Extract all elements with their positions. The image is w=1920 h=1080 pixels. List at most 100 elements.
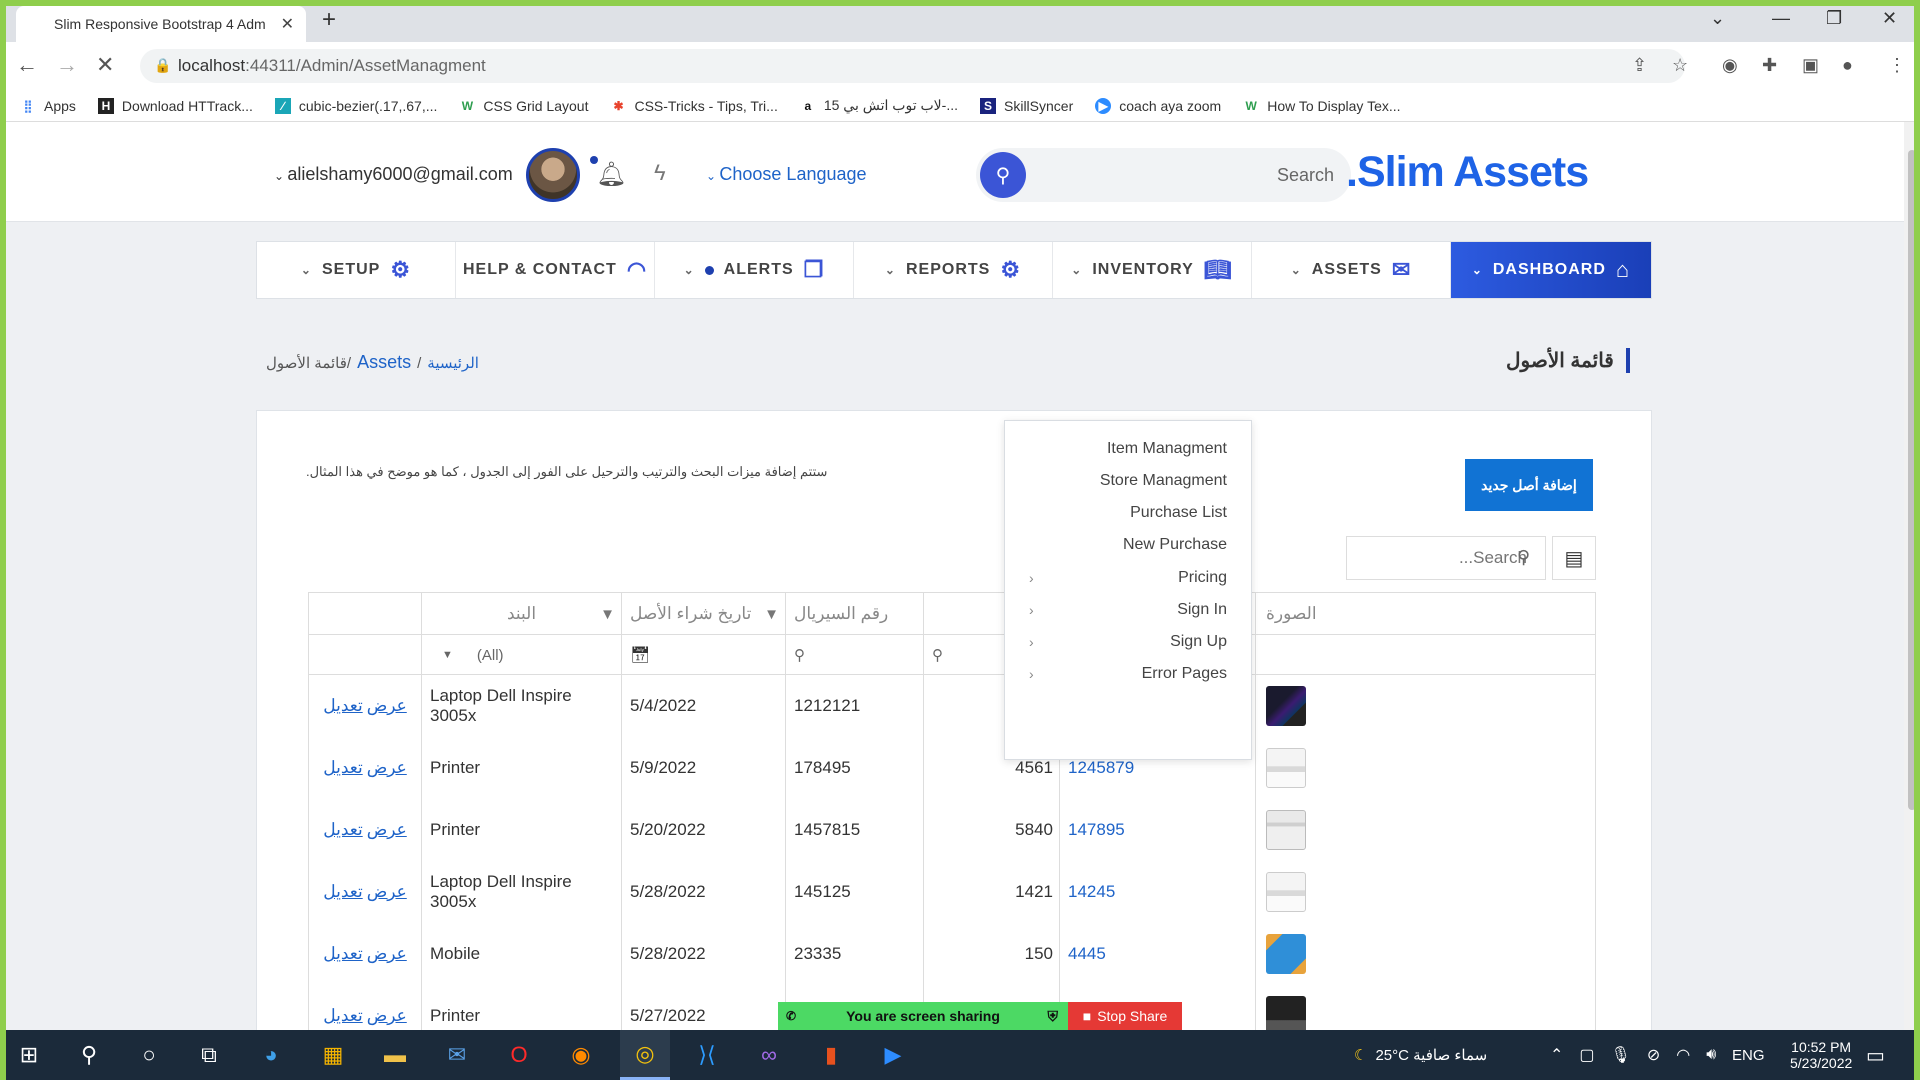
view-link[interactable]: عرض [367,882,407,902]
menu-purchase-list[interactable]: Purchase List [1005,497,1253,529]
chevron-up-icon[interactable]: ⌃ [1550,1045,1563,1065]
avatar[interactable] [526,148,580,202]
bolt-icon[interactable]: ϟ [654,160,666,186]
bookmark-cubic-bezier[interactable]: ∕ cubic-bezier(.17,.67,... [274,97,437,114]
bookmark-apps[interactable]: ⣿ Apps [20,98,76,114]
bell-icon[interactable]: 🔔︎ [596,160,626,189]
nav-assets[interactable]: ⌄ ASSETS ✉ [1252,242,1451,298]
page-scrollbar[interactable] [1904,122,1920,1030]
cell-code[interactable]: 14245 [1059,861,1255,923]
search-icon[interactable]: ⚲ [1517,547,1530,568]
menu-item-management[interactable]: Item Managment [1005,433,1253,465]
weather-widget[interactable]: ☾ 25°C سماء صافية [1354,1030,1487,1080]
view-link[interactable]: عرض [367,944,407,964]
restore-icon[interactable]: ❐ [1826,8,1842,29]
view-link[interactable]: عرض [367,1006,407,1026]
extensions-puzzle-icon[interactable]: ✚ [1762,55,1777,76]
table-row[interactable]: تعديل عرض Printer 5/9/2022 178495 4561 1245879 [309,737,1595,799]
filter-icon[interactable]: ▼ [764,606,779,623]
nav-inventory[interactable]: ⌄ INVENTORY 📖︎ [1053,242,1252,298]
edit-link[interactable]: تعديل [323,758,362,778]
filter-serial[interactable]: ⚲ [785,635,923,675]
asset-thumbnail[interactable] [1266,810,1306,850]
visual-studio-icon[interactable]: ∞ [744,1030,794,1080]
forward-icon[interactable]: → [56,52,78,78]
cell-code[interactable]: 4445 [1059,923,1255,985]
table-row[interactable]: تعديل عرض Mobile 5/28/2022 23335 150 4445 [309,923,1595,985]
header-serial[interactable]: رقم السيريال [785,593,923,635]
scrollbar-thumb[interactable] [1908,150,1916,810]
stop-loading-icon[interactable]: ✕ [96,52,114,78]
bookmark-skillsyncer[interactable]: S SkillSyncer [980,97,1073,114]
edit-link[interactable]: تعديل [323,696,362,716]
bookmark-css-tricks[interactable]: ✱ CSS-Tricks - Tips, Tri... [610,98,777,114]
search-icon[interactable]: ⚲ [64,1030,114,1080]
nav-reports[interactable]: ⌄ REPORTS ⚙ [854,242,1053,298]
minimize-icon[interactable]: — [1772,8,1790,29]
nav-help-contact[interactable]: HELP & CONTACT ◠ [456,242,655,298]
menu-store-management[interactable]: Store Managment [1005,465,1253,497]
language-selector[interactable]: ⌄ Choose Language [706,164,867,185]
menu-new-purchase[interactable]: New Purchase [1005,529,1253,561]
header-search-input[interactable] [1036,156,1334,194]
cortana-icon[interactable]: ○ [124,1030,174,1080]
asset-thumbnail[interactable] [1266,996,1306,1030]
task-view-icon[interactable]: ⧉ [184,1030,234,1080]
microphone-icon[interactable]: 🎙︎ [1611,1045,1631,1065]
nav-setup[interactable]: ⌄ SETUP ⚙ [257,242,456,298]
nav-alerts[interactable]: ⌄ ALERTS ❐ [655,242,854,298]
browser-tab[interactable]: Slim Responsive Bootstrap 4 Adm ✕ [16,6,306,42]
asset-thumbnail[interactable] [1266,934,1306,974]
bookmark-zoom[interactable]: ▶ coach aya zoom [1095,97,1221,114]
opera-icon[interactable]: O [494,1030,544,1080]
url-bar[interactable]: 🔒 localhost:44311/Admin/AssetManagment [140,49,1685,83]
notifications-icon[interactable]: ▭ [1866,1030,1885,1080]
header-item[interactable]: البند ▼ [421,593,621,635]
stop-share-button[interactable]: ■ Stop Share [1068,1002,1182,1030]
breadcrumb-assets[interactable]: Assets [357,352,411,373]
view-link[interactable]: عرض [367,696,407,716]
back-icon[interactable]: ← [16,52,38,78]
zoom-icon[interactable]: ▶ [868,1030,918,1080]
table-row[interactable]: تعديل عرض Laptop Dell Inspire 3005x 5/4/202… [309,675,1595,737]
asset-thumbnail[interactable] [1266,748,1306,788]
calendar-icon[interactable]: 📅︎ [630,645,650,665]
clock[interactable]: 10:52 PM 5/23/2022 [1790,1030,1852,1080]
browser-menu-icon[interactable]: ⋮ [1888,55,1906,76]
screen-sharing-indicator[interactable]: ✆ You are screen sharing ⛨ [778,1002,1068,1030]
volume-icon[interactable]: 🔊︎ [1706,1046,1716,1064]
store-icon[interactable]: ▦ [308,1030,358,1080]
share-page-icon[interactable]: ⇪ [1632,55,1647,76]
view-link[interactable]: عرض [367,758,407,778]
new-tab-icon[interactable]: + [322,6,336,34]
bookmark-star-icon[interactable]: ☆ [1672,55,1688,76]
filter-item-select[interactable]: ▼ (All) [421,635,621,675]
menu-sign-in[interactable]: › Sign In [1005,594,1253,626]
table-row[interactable]: تعديل عرض Printer 5/20/2022 1457815 5840 14789… [309,799,1595,861]
search-icon[interactable]: ⚲ [980,152,1026,198]
table-row[interactable]: تعديل عرض Laptop Dell Inspire 3005x 5/28/20… [309,861,1595,923]
add-asset-button[interactable]: إضافة أصل جديد [1465,459,1593,511]
nav-dashboard[interactable]: ⌄ DASHBOARD ⌂ [1451,242,1651,298]
edit-link[interactable]: تعديل [323,820,362,840]
side-panel-icon[interactable]: ▣ [1802,55,1819,76]
edit-link[interactable]: تعديل [323,882,362,902]
grid-search-input[interactable] [1387,545,1527,571]
brand-logo[interactable]: .Slim Assets [1346,148,1589,197]
breadcrumb-home[interactable]: الرئيسية [427,354,479,372]
mail-icon[interactable]: ✉ [432,1030,482,1080]
vscode-icon[interactable]: ⟩⟨ [682,1030,732,1080]
close-tab-icon[interactable]: ✕ [281,14,294,34]
firefox-icon[interactable]: ◉ [556,1030,606,1080]
bookmark-css-grid[interactable]: W CSS Grid Layout [459,98,589,114]
wifi-icon[interactable]: ◠ [1676,1045,1690,1065]
close-window-icon[interactable]: ✕ [1882,8,1897,29]
bookmark-amazon[interactable]: a لاب توب اتش بي 15-... [800,97,959,114]
view-link[interactable]: عرض [367,820,407,840]
profile-avatar-icon[interactable]: ● [1842,55,1853,76]
edit-link[interactable]: تعديل [323,944,362,964]
asset-thumbnail[interactable] [1266,686,1306,726]
asset-thumbnail[interactable] [1266,872,1306,912]
user-menu[interactable]: ⌄ alielshamy6000@gmail.com [274,164,513,185]
edge-icon[interactable]: ◕ [246,1030,296,1080]
